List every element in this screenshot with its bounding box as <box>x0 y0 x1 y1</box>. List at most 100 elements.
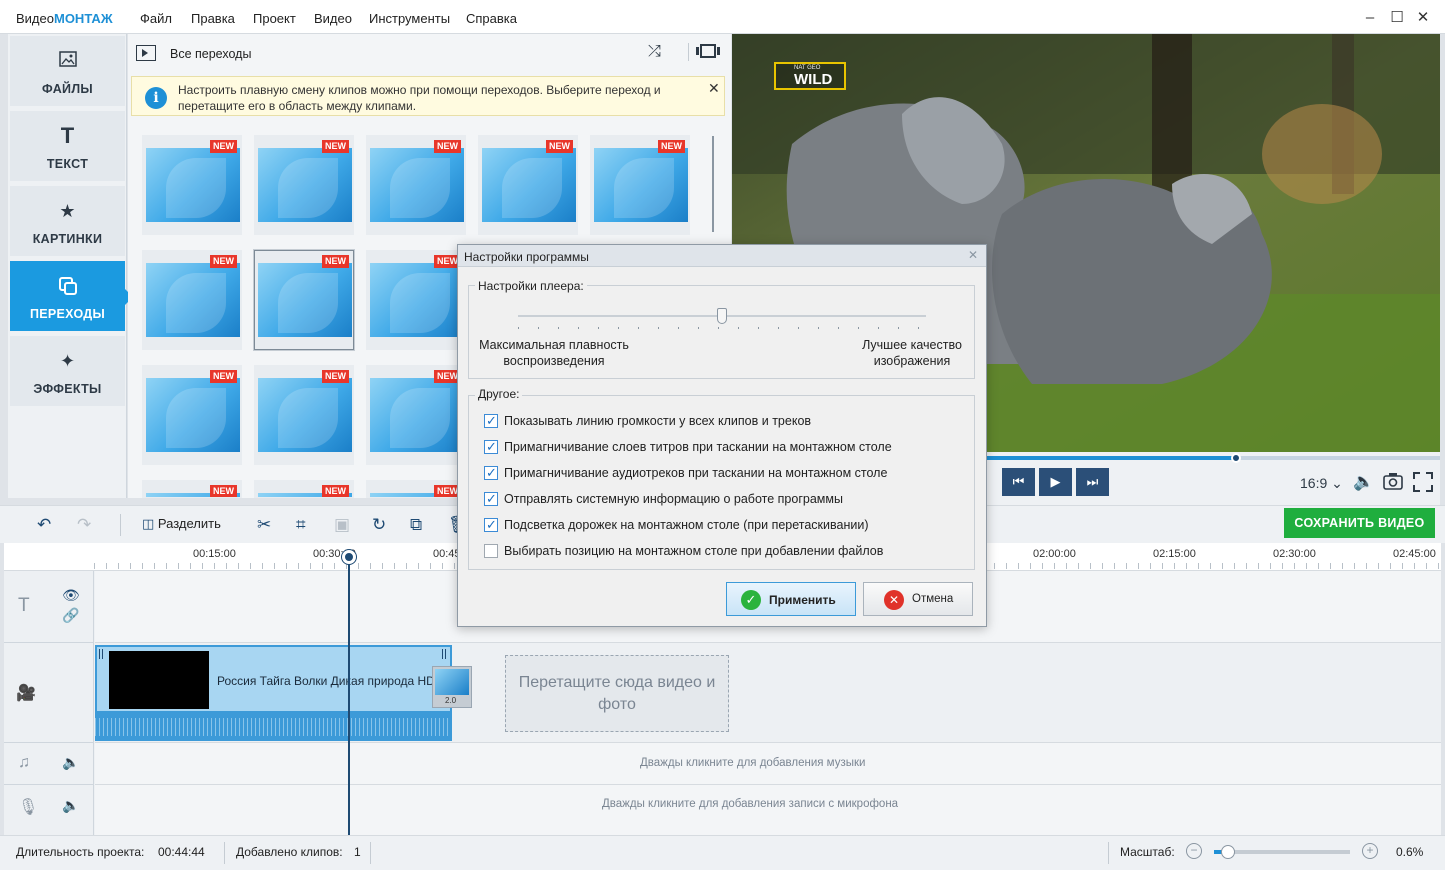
transitions-title: Все переходы <box>170 47 252 61</box>
close-icon[interactable]: ✕ <box>968 248 978 262</box>
divider <box>224 842 225 864</box>
zoom-slider-handle[interactable] <box>1220 845 1235 859</box>
option-label: Подсветка дорожек на монтажном столе (пр… <box>504 518 869 532</box>
undo-icon[interactable]: ↶ <box>37 515 51 535</box>
frame-icon[interactable]: ▣ <box>334 515 350 535</box>
playback-progress[interactable] <box>986 456 1440 460</box>
skip-forward-button[interactable]: ⏭ <box>1076 468 1109 496</box>
checkbox-choose-position[interactable] <box>484 544 498 558</box>
clips-count-label: Добавлено клипов: <box>236 845 343 859</box>
menu-file[interactable]: Файл <box>140 11 172 26</box>
camera-icon[interactable] <box>1383 472 1403 495</box>
clips-count-value: 1 <box>354 845 361 859</box>
crop-icon[interactable]: ⌗ <box>296 515 306 535</box>
maximize-icon[interactable]: ☐ <box>1387 8 1407 28</box>
player-settings-label: Настройки плеера: <box>475 279 587 293</box>
menu-video[interactable]: Видео <box>314 11 352 26</box>
menu-edit[interactable]: Правка <box>191 11 235 26</box>
apply-all-icon[interactable] <box>688 43 720 61</box>
other-settings-label: Другое: <box>475 387 523 401</box>
transition-thumbnail[interactable]: NEW <box>478 135 578 235</box>
split-button[interactable]: ◫ Разделить <box>142 516 221 532</box>
transition-slot[interactable]: 2.0 <box>432 666 472 708</box>
media-drop-zone[interactable]: Перетащите сюда видео и фото <box>505 655 729 732</box>
scissors-icon[interactable]: ✂ <box>257 515 271 535</box>
tick-label: 02:30:00 <box>1273 548 1316 560</box>
tick-label: 00:15:00 <box>193 548 236 560</box>
fullscreen-icon[interactable] <box>1413 472 1433 495</box>
transitions-category-icon <box>136 45 156 61</box>
transition-thumbnail[interactable]: NEW <box>142 135 242 235</box>
close-icon[interactable]: ✕ <box>708 80 720 97</box>
sidebar-item-effects[interactable]: ✦ ЭФФЕКТЫ <box>10 336 125 408</box>
save-video-button[interactable]: СОХРАНИТЬ ВИДЕО <box>1284 508 1435 538</box>
status-bar: Длительность проекта: 00:44:44 Добавлено… <box>0 835 1445 870</box>
zoom-in-icon[interactable]: + <box>1362 843 1378 859</box>
transition-thumbnail[interactable]: NEW <box>366 135 466 235</box>
cancel-icon: ✕ <box>884 590 904 610</box>
resize-icon[interactable]: ⧉ <box>410 515 422 535</box>
volume-icon[interactable]: 🔈 <box>62 754 79 771</box>
text-icon: T <box>60 123 75 148</box>
transition-thumbnail-selected[interactable]: NEW <box>254 250 354 350</box>
skip-back-button[interactable]: ⏮ <box>1002 468 1035 496</box>
play-button[interactable]: ▶ <box>1039 468 1072 496</box>
playback-progress-knob[interactable] <box>1230 453 1241 463</box>
sidebar-item-transitions[interactable]: ПЕРЕХОДЫ <box>10 261 133 333</box>
mic-track[interactable] <box>95 785 1441 835</box>
aspect-ratio-select[interactable]: 16:9 ⌄ <box>1300 475 1343 492</box>
transition-thumbnail[interactable]: NEW <box>142 480 242 498</box>
sidebar-item-files[interactable]: ФАЙЛЫ <box>10 36 125 108</box>
minimize-icon[interactable]: – <box>1360 8 1380 28</box>
shuffle-icon[interactable]: ⤮ <box>648 43 661 61</box>
scrollbar[interactable] <box>712 136 714 232</box>
volume-icon[interactable]: 🔈 <box>1353 472 1374 492</box>
playhead-handle[interactable] <box>342 550 356 564</box>
tick-label: 02:45:00 <box>1393 548 1436 560</box>
link-icon[interactable]: 🔗 <box>62 607 79 624</box>
clip-audio-waveform[interactable] <box>95 713 452 741</box>
apply-button[interactable]: ✓ Применить <box>726 582 856 616</box>
checkmark-icon: ✓ <box>741 590 761 610</box>
transition-thumbnail[interactable]: NEW <box>366 365 466 465</box>
eye-icon[interactable]: 👁 <box>62 587 80 604</box>
checkbox-send-info[interactable] <box>484 491 498 507</box>
transition-thumbnail[interactable]: NEW <box>590 135 690 235</box>
dialog-title-bar: Настройки программы ✕ <box>458 245 986 267</box>
rotate-icon[interactable]: ↻ <box>372 515 386 535</box>
checkbox-snap-titles[interactable] <box>484 439 498 455</box>
playhead[interactable] <box>348 551 350 835</box>
transition-thumbnail[interactable]: NEW <box>366 250 466 350</box>
redo-icon[interactable]: ↷ <box>77 515 91 535</box>
checkbox-volume-line[interactable] <box>484 413 498 429</box>
transition-thumbnail[interactable]: NEW <box>142 365 242 465</box>
close-icon[interactable]: ✕ <box>1413 8 1433 28</box>
transition-thumbnail[interactable]: NEW <box>254 135 354 235</box>
clip-trim-handle-left[interactable] <box>99 649 103 659</box>
checkbox-snap-audio[interactable] <box>484 465 498 481</box>
checkbox-highlight-tracks[interactable] <box>484 517 498 533</box>
transition-thumbnail[interactable]: NEW <box>142 250 242 350</box>
star-icon: ★ <box>59 201 76 221</box>
sidebar-item-text[interactable]: T ТЕКСТ <box>10 111 125 183</box>
sidebar: ФАЙЛЫ T ТЕКСТ ★ КАРТИНКИ ПЕРЕХОДЫ ✦ ЭФФЕ… <box>8 34 133 498</box>
transition-thumbnail[interactable]: NEW <box>366 480 466 498</box>
menu-help[interactable]: Справка <box>466 11 517 26</box>
volume-icon[interactable]: 🔈 <box>62 797 79 814</box>
zoom-value: 0.6% <box>1396 845 1424 859</box>
menu-tools[interactable]: Инструменты <box>369 11 450 26</box>
info-text: Настроить плавную смену клипов можно при… <box>178 83 661 113</box>
option-label: Примагничивание слоев титров при таскани… <box>504 440 892 454</box>
clip-thumbnail <box>109 651 209 709</box>
sidebar-item-pictures[interactable]: ★ КАРТИНКИ <box>10 186 125 258</box>
clip-trim-handle-right[interactable] <box>442 649 446 659</box>
menu-project[interactable]: Проект <box>253 11 296 26</box>
quality-slider-handle[interactable] <box>717 308 727 324</box>
option-label: Отправлять системную информацию о работе… <box>504 492 843 506</box>
video-clip[interactable]: Россия Тайга Волки Дикая природа HD <box>95 645 452 713</box>
option-label: Выбирать позицию на монтажном столе при … <box>504 544 884 558</box>
zoom-out-icon[interactable]: − <box>1186 843 1202 859</box>
transition-thumbnail[interactable]: NEW <box>254 365 354 465</box>
cancel-button[interactable]: ✕ Отмена <box>863 582 973 616</box>
transition-thumbnail[interactable]: NEW <box>254 480 354 498</box>
